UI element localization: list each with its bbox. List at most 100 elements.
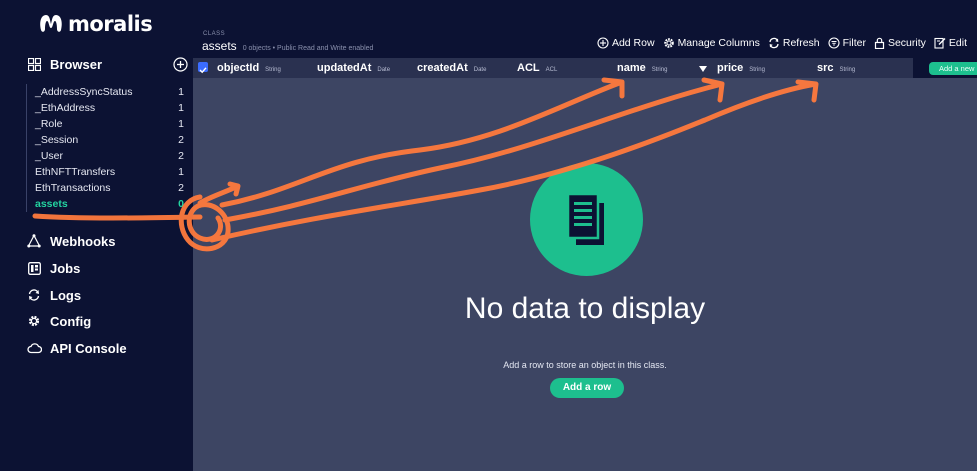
sort-arrow-icon[interactable] — [699, 66, 707, 72]
nav-api-console[interactable]: API Console — [26, 340, 127, 356]
class-item[interactable]: EthNFTTransfers 1 — [27, 164, 186, 180]
column-name: ACL — [517, 62, 540, 74]
class-item[interactable]: _AddressSyncStatus 1 — [27, 84, 186, 100]
moralis-logo[interactable]: moralis — [38, 12, 153, 36]
security-button[interactable]: Security — [874, 37, 926, 49]
plus-circle-icon — [597, 37, 609, 49]
nav-browser-label: Browser — [50, 56, 103, 72]
nav-api-console-label: API Console — [50, 340, 127, 356]
column-header-price[interactable]: price String — [717, 62, 765, 74]
security-label: Security — [887, 37, 926, 49]
nav-webhooks[interactable]: Webhooks — [26, 233, 116, 249]
refresh-button[interactable]: Refresh — [768, 37, 820, 49]
column-type: String — [265, 67, 281, 73]
add-row-label: Add Row — [611, 37, 655, 49]
class-item[interactable]: EthTransactions 2 — [27, 180, 186, 196]
sidebar: moralis Browser _AddressSyncStatus 1 _Eth… — [0, 0, 193, 471]
moralis-logo-icon — [40, 15, 62, 32]
nav-config[interactable]: Config — [26, 313, 91, 329]
class-name: _Role — [35, 118, 63, 130]
empty-state-icon-circle — [530, 163, 643, 276]
nav-config-label: Config — [50, 313, 92, 329]
empty-state-title: No data to display — [464, 292, 706, 325]
nav-webhooks-label: Webhooks — [50, 233, 116, 249]
class-name-title: assets — [202, 39, 237, 53]
filter-button[interactable]: Filter — [828, 37, 866, 49]
class-count: 2 — [178, 150, 184, 162]
class-count: 1 — [178, 86, 184, 98]
edit-button[interactable]: Edit — [934, 37, 967, 49]
class-name: EthNFTTransfers — [35, 166, 116, 178]
gear-icon — [26, 313, 42, 329]
documents-icon — [566, 192, 604, 245]
gear-icon — [663, 38, 674, 48]
class-name: _Session — [35, 134, 79, 146]
class-name: EthTransactions — [35, 182, 111, 194]
class-item[interactable]: _Role 1 — [27, 116, 186, 132]
column-name: name — [617, 62, 646, 74]
column-type: Date — [473, 67, 487, 73]
add-new-column-button[interactable]: Add a new — [929, 62, 977, 75]
column-name: objectId — [217, 62, 260, 74]
class-count: 0 — [178, 198, 184, 210]
refresh-label: Refresh — [782, 37, 820, 49]
filter-icon — [828, 37, 840, 49]
add-class-icon[interactable] — [173, 57, 188, 72]
edit-icon — [934, 37, 946, 49]
nav-logs-label: Logs — [50, 287, 82, 303]
column-header-name[interactable]: name String — [617, 62, 667, 74]
class-label: CLASS — [203, 31, 226, 37]
select-all-checkbox[interactable] — [198, 62, 208, 74]
column-header-updatedat[interactable]: updatedAt Date — [317, 62, 390, 74]
toolbar: Add Row Manage Columns Refresh Filter Se… — [589, 37, 967, 49]
edit-label: Edit — [948, 37, 967, 49]
empty-state-description: Add a row to store an object in this cla… — [503, 360, 667, 370]
filter-label: Filter — [842, 37, 866, 49]
add-a-row-button[interactable]: Add a row — [550, 378, 624, 398]
logs-icon — [26, 287, 42, 303]
class-item[interactable]: _Session 2 — [27, 132, 186, 148]
nav-jobs-label: Jobs — [50, 260, 81, 276]
cloud-icon — [26, 340, 42, 356]
column-name: src — [817, 62, 834, 74]
column-header-objectid[interactable]: objectId String — [217, 62, 281, 74]
column-header-src[interactable]: src String — [817, 62, 855, 74]
class-count: 2 — [178, 134, 184, 146]
nav-jobs[interactable]: Jobs — [26, 260, 80, 276]
column-type: ACL — [545, 67, 558, 73]
webhook-icon — [26, 233, 42, 249]
class-item-active[interactable]: assets 0 — [27, 196, 186, 212]
class-count: 1 — [178, 102, 184, 114]
column-type: Date — [377, 67, 391, 73]
column-type: String — [839, 67, 856, 73]
class-name: assets — [35, 198, 68, 210]
lock-icon — [874, 37, 885, 49]
class-count: 2 — [178, 182, 184, 194]
manage-columns-label: Manage Columns — [677, 37, 760, 49]
check-icon — [199, 67, 207, 74]
class-meta: 0 objects • Public Read and Write enable… — [242, 45, 374, 52]
grid-icon — [26, 56, 42, 72]
class-name: _AddressSyncStatus — [35, 86, 133, 98]
nav-logs[interactable]: Logs — [26, 287, 81, 303]
class-count: 1 — [178, 166, 184, 178]
column-type: String — [749, 67, 765, 73]
column-name: updatedAt — [317, 62, 372, 74]
class-count: 1 — [178, 118, 184, 130]
nav-browser[interactable]: Browser — [26, 56, 102, 72]
class-list: _AddressSyncStatus 1 _EthAddress 1 _Role 1 … — [26, 84, 186, 212]
class-name: _User — [35, 150, 64, 162]
column-name: price — [717, 62, 744, 74]
column-name: createdAt — [417, 62, 468, 74]
add-row-toolbar-button[interactable]: Add Row — [597, 37, 655, 49]
class-title: assets 0 objects • Public Read and Write… — [202, 39, 373, 53]
class-item[interactable]: _EthAddress 1 — [27, 100, 186, 116]
refresh-icon — [769, 37, 779, 49]
column-header-acl[interactable]: ACL ACL — [517, 62, 557, 74]
class-name: _EthAddress — [35, 102, 96, 114]
column-header-createdat[interactable]: createdAt Date — [417, 62, 486, 74]
class-item[interactable]: _User 2 — [27, 148, 186, 164]
jobs-icon — [26, 260, 42, 276]
manage-columns-button[interactable]: Manage Columns — [663, 37, 760, 49]
column-type: String — [651, 67, 668, 73]
